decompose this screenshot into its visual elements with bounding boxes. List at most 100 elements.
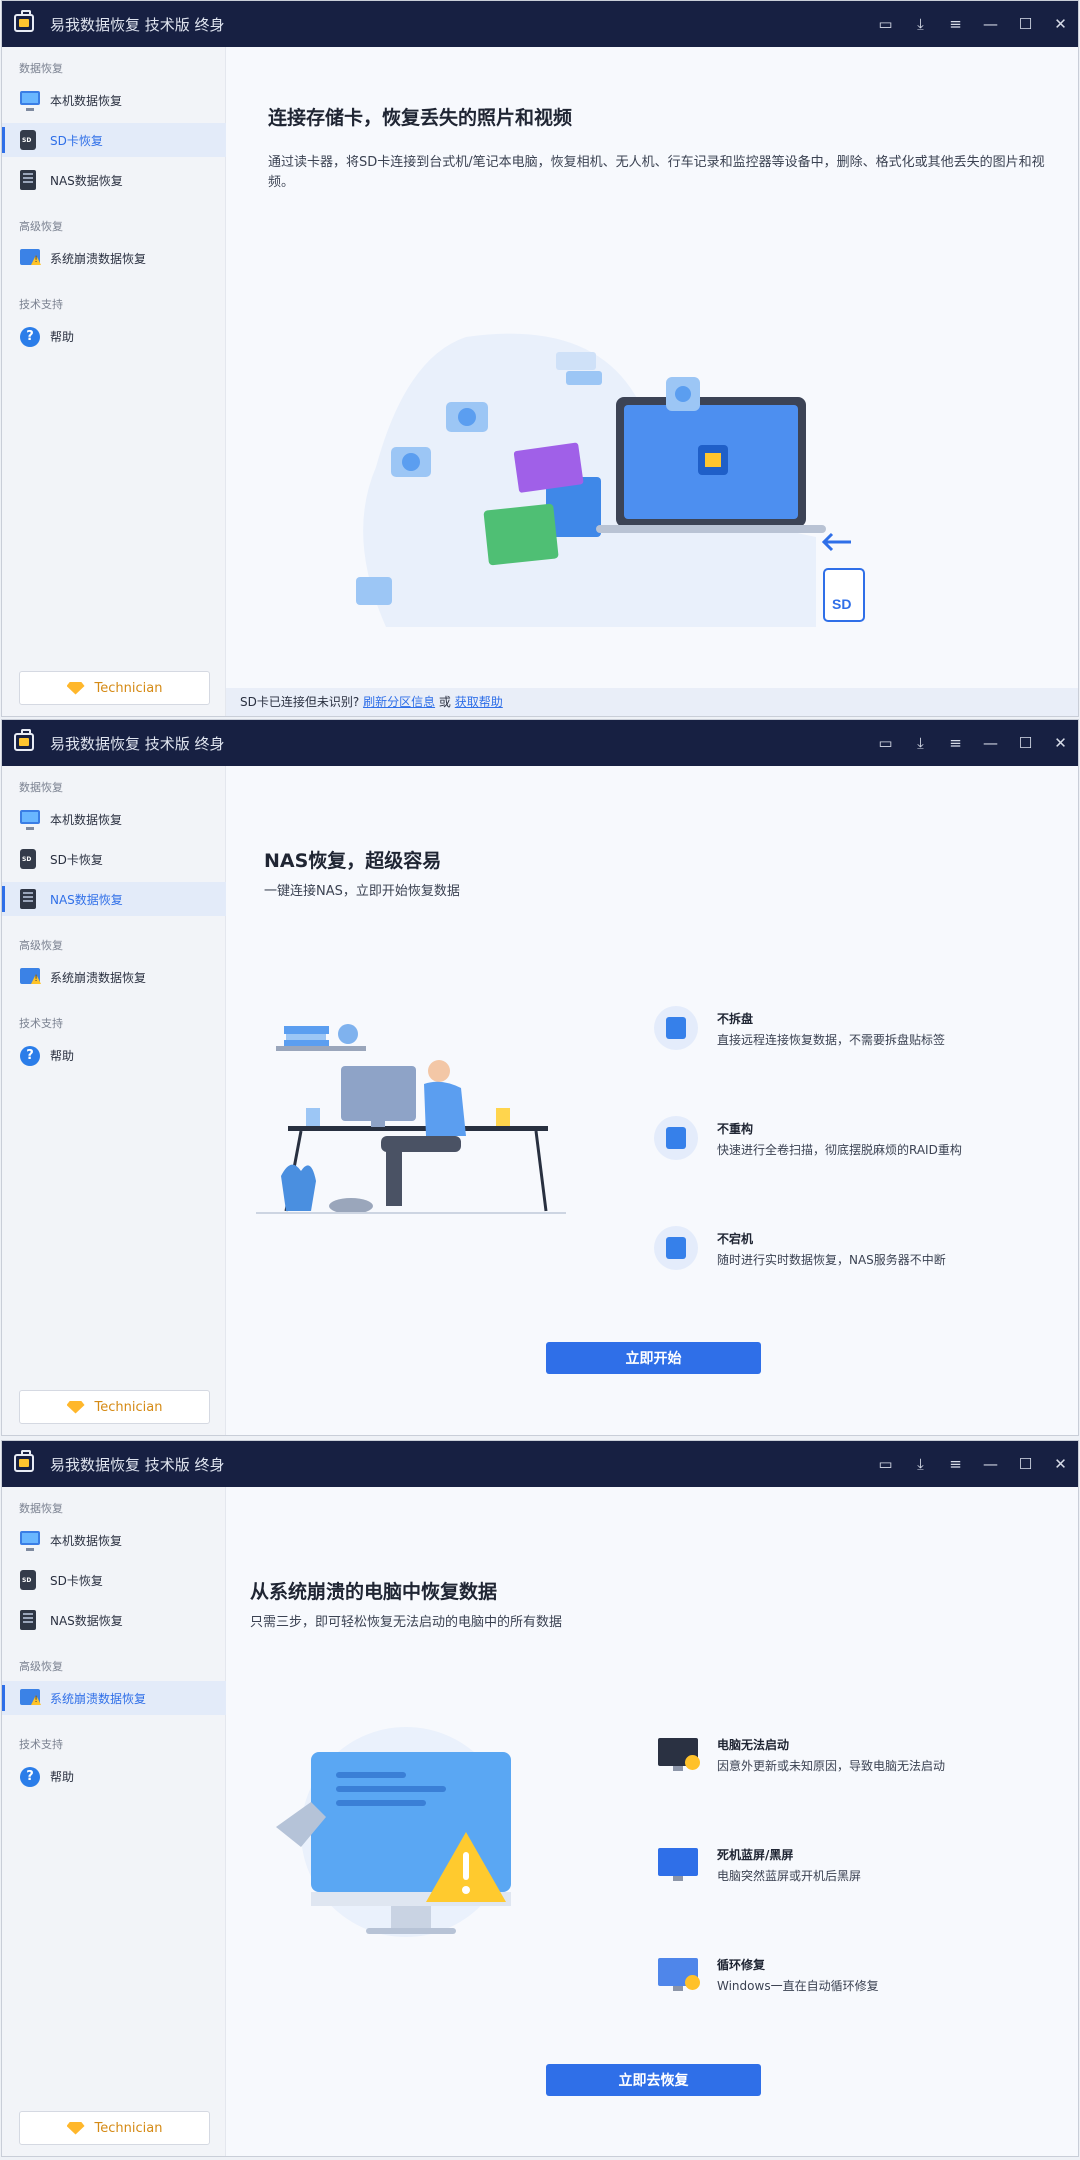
main-panel: 连接存储卡，恢复丢失的照片和视频 通过读卡器，将SD卡连接到台式机/笔记本电脑，… xyxy=(226,47,1078,716)
download-icon[interactable]: ⤓ xyxy=(903,720,938,766)
app-title: 易我数据恢复 技术版 终身 xyxy=(50,1456,225,1474)
help-icon: ? xyxy=(20,1767,40,1787)
nas-icon xyxy=(20,889,36,909)
sidebar-item-local[interactable]: 本机数据恢复 xyxy=(2,802,226,836)
sidebar-item-nas[interactable]: NAS数据恢复 xyxy=(2,163,226,197)
main-panel: 从系统崩溃的电脑中恢复数据 只需三步，即可轻松恢复无法启动的电脑中的所有数据 电… xyxy=(226,1487,1078,2156)
page-subtitle: 一键连接NAS，立即开始恢复数据 xyxy=(264,884,460,899)
technician-badge[interactable]: Technician xyxy=(19,671,210,705)
computer-icon xyxy=(20,810,40,830)
window-crash-recovery: 易我数据恢复 技术版 终身 ▭ ⤓ ≡ — ☐ ✕ 数据恢复 本机数据恢复 SD… xyxy=(1,1440,1079,2157)
nas-illustration xyxy=(256,1024,566,1214)
start-button[interactable]: 立即开始 xyxy=(546,1342,761,1374)
computer-icon xyxy=(20,91,40,111)
app-logo-icon xyxy=(14,1450,34,1472)
blue-screen-icon xyxy=(658,1848,698,1881)
diamond-icon xyxy=(66,2121,85,2135)
close-icon[interactable]: ✕ xyxy=(1043,1,1078,47)
crash-pc-icon xyxy=(20,1689,40,1705)
feature-item: 不宕机 随时进行实时数据恢复，NAS服务器不中断 xyxy=(654,1226,1014,1286)
app-title: 易我数据恢复 技术版 终身 xyxy=(50,16,225,34)
page-subtitle: 只需三步，即可轻松恢复无法启动的电脑中的所有数据 xyxy=(250,1615,563,1630)
sidebar-item-crash[interactable]: 系统崩溃数据恢复 xyxy=(2,1681,226,1715)
sidebar-item-crash[interactable]: 系统崩溃数据恢复 xyxy=(2,960,226,994)
sidebar-item-sd[interactable]: SD卡恢复 xyxy=(2,842,226,876)
sidebar: 数据恢复 本机数据恢复 SD卡恢复 NAS数据恢复 高级恢复 系统崩溃数据恢复 … xyxy=(2,47,226,716)
page-title: 连接存储卡，恢复丢失的照片和视频 xyxy=(268,107,573,129)
help-icon: ? xyxy=(20,327,40,347)
download-icon[interactable]: ⤓ xyxy=(903,1441,938,1487)
page-title: NAS恢复，超级容易 xyxy=(264,850,442,872)
app-title: 易我数据恢复 技术版 终身 xyxy=(50,735,225,753)
section-label-data: 数据恢复 xyxy=(19,1502,63,1515)
sidebar-item-crash[interactable]: 系统崩溃数据恢复 xyxy=(2,241,226,275)
sd-card-label: SD xyxy=(832,596,851,612)
crash-pc-icon xyxy=(20,249,40,265)
menu-icon[interactable]: ≡ xyxy=(938,720,973,766)
computer-icon xyxy=(20,1531,40,1551)
sd-card-icon xyxy=(20,849,36,869)
technician-badge[interactable]: Technician xyxy=(19,1390,210,1424)
download-icon[interactable]: ⤓ xyxy=(903,1,938,47)
sidebar-item-sd[interactable]: SD卡恢复 xyxy=(2,123,226,157)
maximize-icon[interactable]: ☐ xyxy=(1008,1441,1043,1487)
help-icon: ? xyxy=(20,1046,40,1066)
section-label-data: 数据恢复 xyxy=(19,62,63,75)
sidebar-item-help[interactable]: ? 帮助 xyxy=(2,1038,226,1072)
maximize-icon[interactable]: ☐ xyxy=(1008,720,1043,766)
sidebar: 数据恢复 本机数据恢复 SD卡恢复 NAS数据恢复 高级恢复 系统崩溃数据恢复 … xyxy=(2,766,226,1435)
feature-item: 电脑无法启动 因意外更新或未知原因，导致电脑无法启动 xyxy=(654,1732,1014,1792)
nas-icon xyxy=(20,170,36,190)
no-disassemble-icon xyxy=(654,1006,698,1050)
main-panel: NAS恢复，超级容易 一键连接NAS，立即开始恢复数据 不拆盘 直接远程连接恢复… xyxy=(226,766,1078,1435)
section-label-advanced: 高级恢复 xyxy=(19,939,63,952)
refresh-partition-link[interactable]: 刷新分区信息 xyxy=(363,695,435,709)
menu-icon[interactable]: ≡ xyxy=(938,1441,973,1487)
sidebar-item-nas[interactable]: NAS数据恢复 xyxy=(2,1603,226,1637)
title-bar: 易我数据恢复 技术版 终身 ▭ ⤓ ≡ — ☐ ✕ xyxy=(2,1441,1078,1487)
sidebar-item-help[interactable]: ? 帮助 xyxy=(2,319,226,353)
diamond-icon xyxy=(66,1400,85,1414)
nas-icon xyxy=(20,1610,36,1630)
minimize-icon[interactable]: — xyxy=(973,1441,1008,1487)
message-icon[interactable]: ▭ xyxy=(868,720,903,766)
section-label-support: 技术支持 xyxy=(19,1017,63,1030)
crash-pc-icon xyxy=(20,968,40,984)
message-icon[interactable]: ▭ xyxy=(868,1441,903,1487)
close-icon[interactable]: ✕ xyxy=(1043,720,1078,766)
title-bar: 易我数据恢复 技术版 终身 ▭ ⤓ ≡ — ☐ ✕ xyxy=(2,1,1078,47)
app-logo-icon xyxy=(14,729,34,751)
minimize-icon[interactable]: — xyxy=(973,1,1008,47)
sidebar-item-help[interactable]: ? 帮助 xyxy=(2,1759,226,1793)
feature-item: 不重构 快速进行全卷扫描，彻底摆脱麻烦的RAID重构 xyxy=(654,1116,1014,1176)
go-recover-button[interactable]: 立即去恢复 xyxy=(546,2064,761,2096)
sidebar-item-local[interactable]: 本机数据恢复 xyxy=(2,83,226,117)
feature-item: 死机蓝屏/黑屏 电脑突然蓝屏或开机后黑屏 xyxy=(654,1842,1014,1902)
status-footer: SD卡已连接但未识别? 刷新分区信息 或 获取帮助 xyxy=(226,688,1078,716)
minimize-icon[interactable]: — xyxy=(973,720,1008,766)
sd-card-icon xyxy=(20,130,36,150)
repair-loop-icon xyxy=(658,1958,700,1991)
title-bar: 易我数据恢复 技术版 终身 ▭ ⤓ ≡ — ☐ ✕ xyxy=(2,720,1078,766)
sidebar-item-nas[interactable]: NAS数据恢复 xyxy=(2,882,226,916)
crash-illustration xyxy=(276,1727,511,1937)
close-icon[interactable]: ✕ xyxy=(1043,1441,1078,1487)
window-nas-recovery: 易我数据恢复 技术版 终身 ▭ ⤓ ≡ — ☐ ✕ 数据恢复 本机数据恢复 SD… xyxy=(1,719,1079,1436)
menu-icon[interactable]: ≡ xyxy=(938,1,973,47)
section-label-support: 技术支持 xyxy=(19,298,63,311)
pc-no-boot-icon xyxy=(658,1738,700,1771)
maximize-icon[interactable]: ☐ xyxy=(1008,1,1043,47)
message-icon[interactable]: ▭ xyxy=(868,1,903,47)
sidebar-item-local[interactable]: 本机数据恢复 xyxy=(2,1523,226,1557)
page-title: 从系统崩溃的电脑中恢复数据 xyxy=(250,1581,498,1603)
sidebar-item-sd[interactable]: SD卡恢复 xyxy=(2,1563,226,1597)
no-rebuild-icon xyxy=(654,1116,698,1160)
section-label-data: 数据恢复 xyxy=(19,781,63,794)
section-label-support: 技术支持 xyxy=(19,1738,63,1751)
sd-illustration: SD xyxy=(356,333,865,627)
app-logo-icon xyxy=(14,10,34,32)
diamond-icon xyxy=(66,681,85,695)
get-help-link[interactable]: 获取帮助 xyxy=(455,695,503,709)
technician-badge[interactable]: Technician xyxy=(19,2111,210,2145)
page-description: 通过读卡器，将SD卡连接到台式机/笔记本电脑，恢复相机、无人机、行车记录和监控器… xyxy=(268,155,1045,190)
